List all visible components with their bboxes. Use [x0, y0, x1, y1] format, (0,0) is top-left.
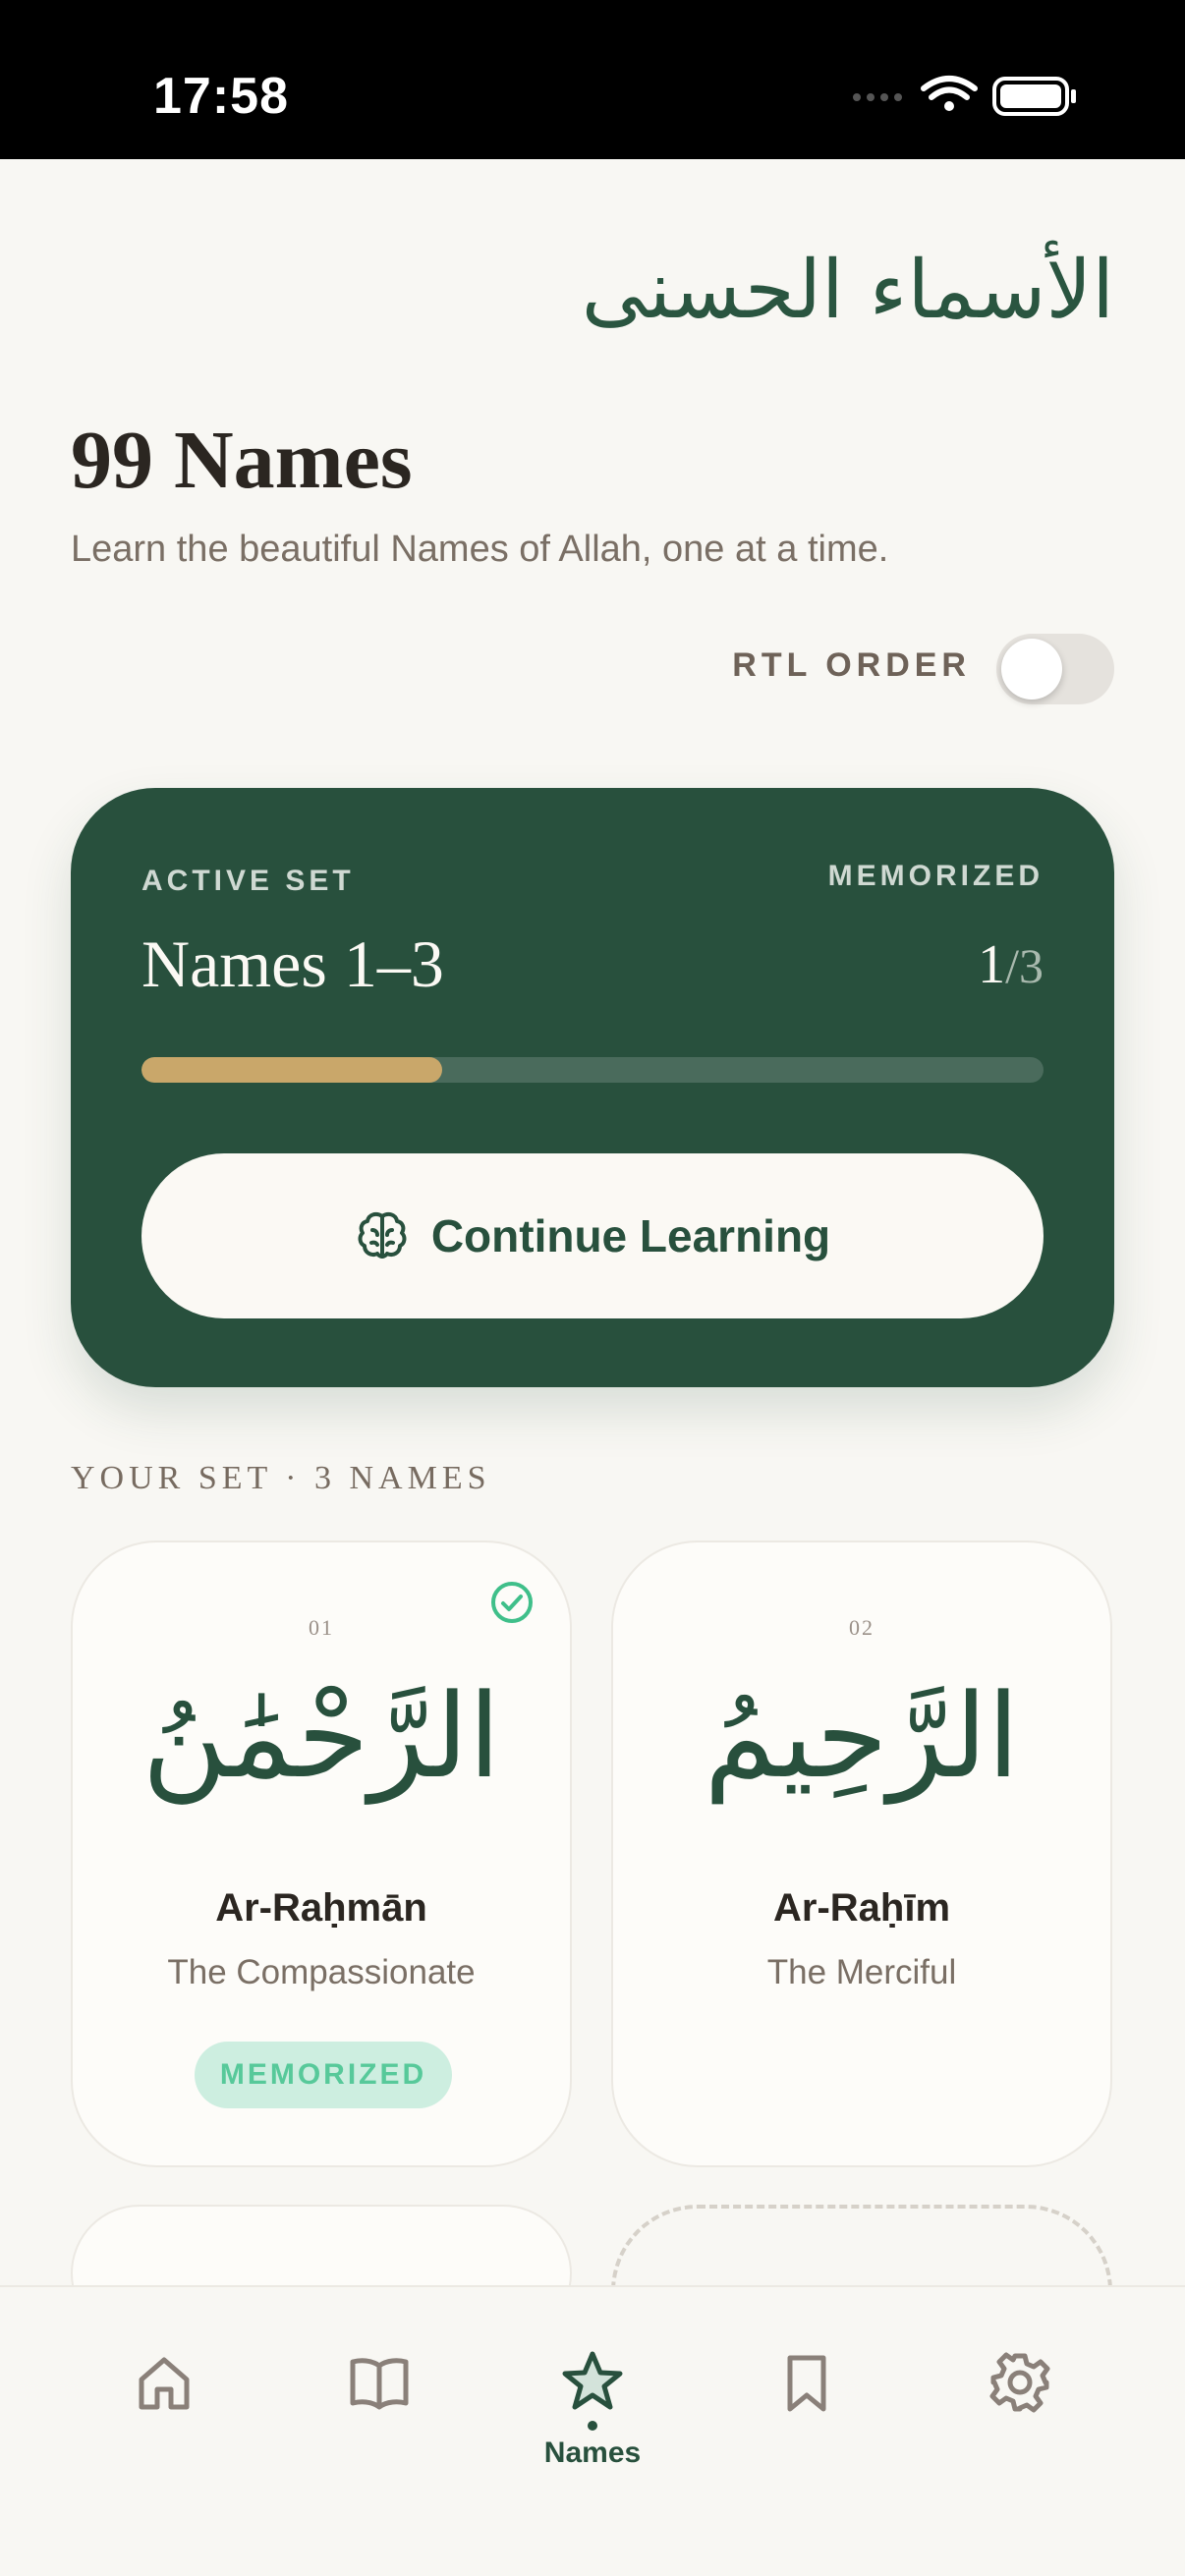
arabic-title: الأسماء الحسنى	[581, 244, 1114, 337]
toggle-knob	[1001, 639, 1062, 700]
home-icon	[139, 2357, 190, 2410]
name-card[interactable]: 02 الرَّحِيمُ Ar-Raḥīm The Merciful	[611, 1540, 1112, 2167]
tab-read[interactable]	[330, 2348, 428, 2486]
wifi-icon	[921, 76, 978, 111]
page-subtitle: Learn the beautiful Names of Allah, one …	[71, 529, 889, 570]
page-title: 99 Names	[71, 415, 413, 506]
progress-bar	[141, 1057, 1044, 1083]
tab-settings[interactable]	[971, 2348, 1069, 2486]
status-icons	[853, 76, 1076, 116]
battery-icon	[992, 77, 1076, 116]
name-meaning: The Compassionate	[167, 1953, 476, 1991]
gear-icon	[989, 2352, 1050, 2413]
active-tab-dot	[588, 2421, 597, 2431]
tab-bar: Names	[0, 2285, 1185, 2576]
memorized-badge: MEMORIZED	[195, 2042, 452, 2108]
name-number: 02	[849, 1615, 875, 1640]
name-arabic: الرَّحِيمُ	[704, 1668, 1020, 1804]
book-icon	[350, 2358, 409, 2410]
active-set-card: ACTIVE SET MEMORIZED Names 1–3 1/3 Conti…	[71, 788, 1114, 1387]
active-set-label: ACTIVE SET	[141, 865, 355, 897]
active-set-name: Names 1–3	[141, 926, 444, 1001]
signal-icon	[853, 93, 902, 101]
name-transliteration: Ar-Raḥmān	[215, 1886, 427, 1930]
tab-names-label: Names	[543, 2436, 642, 2469]
status-bar: 17:58	[0, 0, 1185, 159]
rtl-order-label: RTL ORDER	[732, 646, 971, 684]
memorized-label: MEMORIZED	[827, 860, 1044, 892]
brain-icon	[358, 1211, 407, 1259]
memorized-count-value: 1	[978, 934, 1006, 995]
star-icon	[562, 2351, 623, 2410]
name-number: 01	[309, 1615, 334, 1640]
rtl-order-toggle[interactable]	[996, 634, 1114, 704]
name-arabic: الرَّحْمَٰنُ	[141, 1668, 501, 1804]
continue-learning-label: Continue Learning	[430, 1210, 831, 1261]
section-label: YOUR SET · 3 NAMES	[71, 1460, 491, 1496]
name-card[interactable]: 01 الرَّحْمَٰنُ Ar-Raḥmān The Compassion…	[71, 1540, 572, 2167]
status-time: 17:58	[153, 68, 289, 125]
bookmark-icon	[787, 2355, 826, 2412]
name-meaning: The Merciful	[766, 1953, 957, 1991]
progress-fill	[141, 1057, 442, 1083]
tab-bookmarks[interactable]	[758, 2348, 856, 2486]
tab-home[interactable]	[115, 2348, 213, 2486]
tab-names[interactable]: Names	[543, 2348, 642, 2486]
memorized-count: 1/3	[978, 933, 1044, 996]
memorized-total: /3	[1005, 938, 1044, 993]
continue-learning-button[interactable]: Continue Learning	[141, 1153, 1044, 1318]
name-transliteration: Ar-Raḥīm	[772, 1886, 951, 1930]
